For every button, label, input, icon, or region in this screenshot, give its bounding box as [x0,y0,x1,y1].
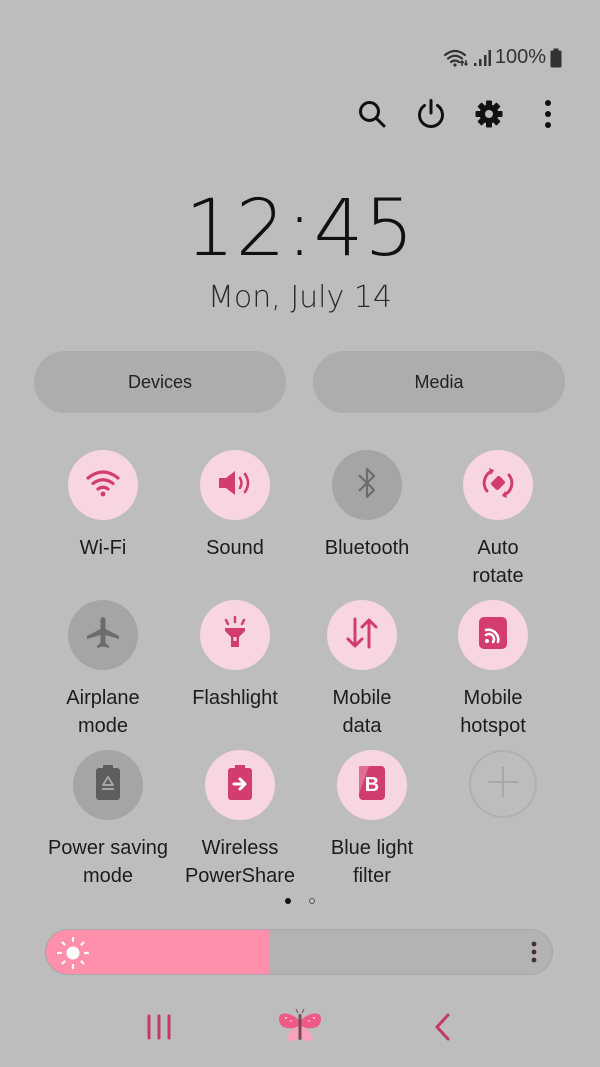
tile-add[interactable] [437,750,569,818]
add-icon [486,765,520,804]
wireless-powershare-icon [226,764,254,807]
power-saving-icon [94,764,122,807]
tile-flashlight[interactable]: Flashlight [169,600,301,712]
tile-bluetooth-toggle[interactable] [332,450,402,520]
tile-mobile-data-toggle[interactable] [327,600,397,670]
top-actions [340,92,580,136]
mobile-data-icon [344,616,380,655]
tile-label: Wi-Fi [79,537,127,559]
tile-wireless-powershare-toggle[interactable] [205,750,275,820]
tile-blue-light-filter-toggle[interactable]: B [337,750,407,820]
tile-label: Power saving mode [47,837,169,887]
tile-label: Mobile data [332,687,392,737]
tile-label: Sound [206,537,264,559]
status-bar: 100% [443,46,562,69]
search-icon[interactable] [352,94,392,134]
tile-power-saving-toggle[interactable] [73,750,143,820]
signal-icon [473,49,491,67]
tile-auto-rotate[interactable]: Auto rotate [432,450,564,590]
tile-label: Flashlight [192,687,278,709]
tile-sound[interactable]: Sound [169,450,301,562]
tile-blue-light-filter[interactable]: B Blue light filter [306,750,438,890]
tile-power-saving[interactable]: Power saving mode [42,750,174,890]
tile-sound-toggle[interactable] [200,450,270,520]
airplane-icon [83,613,123,658]
svg-text:B: B [365,774,379,796]
tile-mobile-data[interactable]: Mobile data [296,600,428,740]
add-tile-button[interactable] [469,750,537,818]
battery-percent: 100% [494,46,546,68]
recents-icon[interactable] [146,1013,172,1046]
tile-label: Airplane mode [66,687,140,737]
bluetooth-icon [356,466,378,505]
blue-light-filter-icon: B [357,764,387,807]
tile-wifi-toggle[interactable] [68,450,138,520]
tile-bluetooth[interactable]: Bluetooth [301,450,433,562]
clock-date[interactable]: Mon, July 14 [0,280,600,315]
page-indicator [0,898,600,904]
sun-icon [56,936,90,974]
sound-icon [216,468,254,503]
media-label: Media [414,371,464,392]
wifi-icon [85,467,121,504]
brightness-slider[interactable] [45,929,553,975]
tile-wifi[interactable]: Wi-Fi [37,450,169,562]
battery-full-icon [550,48,562,68]
devices-label: Devices [127,371,193,392]
tile-mobile-hotspot[interactable]: Mobile hotspot [427,600,559,740]
tile-hotspot-toggle[interactable] [458,600,528,670]
navigation-bar [0,1000,600,1055]
tile-flashlight-toggle[interactable] [200,600,270,670]
brightness-more-icon[interactable] [530,940,538,969]
tile-label: Blue light filter [330,837,414,887]
more-vertical-icon[interactable] [528,94,568,134]
tile-airplane-toggle[interactable] [68,600,138,670]
tile-label: Bluetooth [324,537,410,559]
clock-time[interactable]: 12:45 [0,184,600,274]
tile-auto-rotate-toggle[interactable] [463,450,533,520]
tile-label: Auto rotate [472,537,524,587]
devices-button[interactable]: Devices [34,351,286,413]
flashlight-icon [220,615,250,656]
power-icon[interactable] [411,94,451,134]
tile-airplane-mode[interactable]: Airplane mode [37,600,169,740]
wifi-icon [443,48,469,68]
page-dot-active[interactable] [285,898,291,904]
auto-rotate-icon [478,463,518,508]
back-icon[interactable] [432,1012,452,1047]
butterfly-home-icon[interactable] [277,1008,323,1051]
tile-label: Wireless PowerShare [184,837,296,887]
tile-label: Mobile hotspot [460,687,526,737]
page-dot[interactable] [309,898,315,904]
gear-icon[interactable] [469,94,509,134]
media-button[interactable]: Media [313,351,565,413]
hotspot-icon [476,615,510,656]
tile-wireless-powershare[interactable]: Wireless PowerShare [174,750,306,890]
